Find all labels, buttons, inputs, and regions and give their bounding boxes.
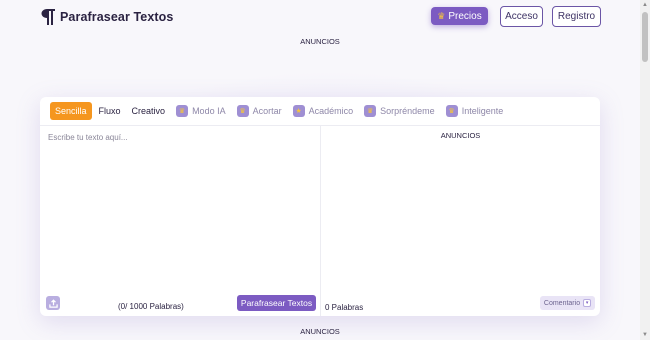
precios-label: Precios	[448, 10, 482, 22]
tab-label: Creativo	[131, 106, 166, 116]
ads-label-top: ANUNCIOS	[300, 37, 340, 46]
tab-sorprendeme[interactable]: ♛ Sorpréndeme	[360, 102, 439, 120]
shorten-icon: ♛	[236, 105, 249, 117]
page-scrollbar[interactable]: ▲ ▼	[640, 0, 650, 340]
surprise-icon: ♛	[364, 105, 377, 117]
tab-acortar[interactable]: ♛ Acortar	[233, 102, 286, 120]
logo[interactable]: Parafrasear Textos	[40, 8, 173, 26]
scroll-thumb[interactable]	[642, 12, 648, 62]
panel-divider	[320, 126, 321, 316]
tab-label: Sorpréndeme	[380, 106, 435, 116]
text-input[interactable]	[48, 133, 312, 283]
header: Parafrasear Textos ♛ Precios Acceso Regi…	[0, 0, 640, 34]
crown-icon: ♛	[437, 10, 446, 21]
upload-button[interactable]	[46, 296, 60, 310]
upload-icon	[48, 298, 58, 308]
output-word-count: 0 Palabras	[325, 303, 364, 312]
mode-tabs: Sencilla Fluxo Creativo ♛ Modo IA ♛ Acor…	[50, 102, 510, 120]
precios-button[interactable]: ♛ Precios	[431, 7, 488, 25]
ads-label-card: ANUNCIOS	[440, 131, 481, 140]
tab-label: Modo IA	[192, 106, 226, 116]
input-word-count: (0/ 1000 Palabras)	[118, 302, 184, 311]
tab-fluxo[interactable]: Fluxo	[95, 102, 125, 120]
comment-icon: ▾	[583, 299, 592, 307]
tab-label: Acortar	[252, 106, 282, 116]
app-title: Parafrasear Textos	[60, 10, 174, 24]
registro-button[interactable]: Registro	[552, 6, 601, 27]
tab-modo-ia[interactable]: ♛ Modo IA	[172, 102, 230, 120]
comment-button[interactable]: Comentario ▾	[540, 296, 595, 310]
pilcrow-icon	[41, 9, 55, 25]
tab-label: Inteligente	[461, 106, 504, 116]
scroll-down-arrow-icon[interactable]: ▼	[642, 332, 648, 338]
robot-icon: ♛	[176, 105, 189, 117]
tab-label: Sencilla	[55, 106, 87, 116]
academic-icon: ★	[292, 105, 305, 117]
tab-sencilla[interactable]: Sencilla	[50, 102, 92, 120]
tab-label: Académico	[308, 106, 354, 116]
tab-creativo[interactable]: Creativo	[128, 102, 170, 120]
paraphrase-card: Sencilla Fluxo Creativo ♛ Modo IA ♛ Acor…	[40, 97, 600, 316]
ads-label-bottom: ANUNCIOS	[300, 327, 340, 336]
acceso-button[interactable]: Acceso	[500, 6, 543, 27]
tab-inteligente[interactable]: ♛ Inteligente	[442, 102, 508, 120]
smart-icon: ♛	[445, 105, 458, 117]
scroll-up-arrow-icon[interactable]: ▲	[642, 2, 648, 8]
tab-label: Fluxo	[98, 106, 121, 116]
comment-label: Comentario	[543, 299, 581, 307]
tab-academico[interactable]: ★ Académico	[289, 102, 358, 120]
paraphrase-button[interactable]: Parafrasear Textos	[237, 295, 316, 311]
